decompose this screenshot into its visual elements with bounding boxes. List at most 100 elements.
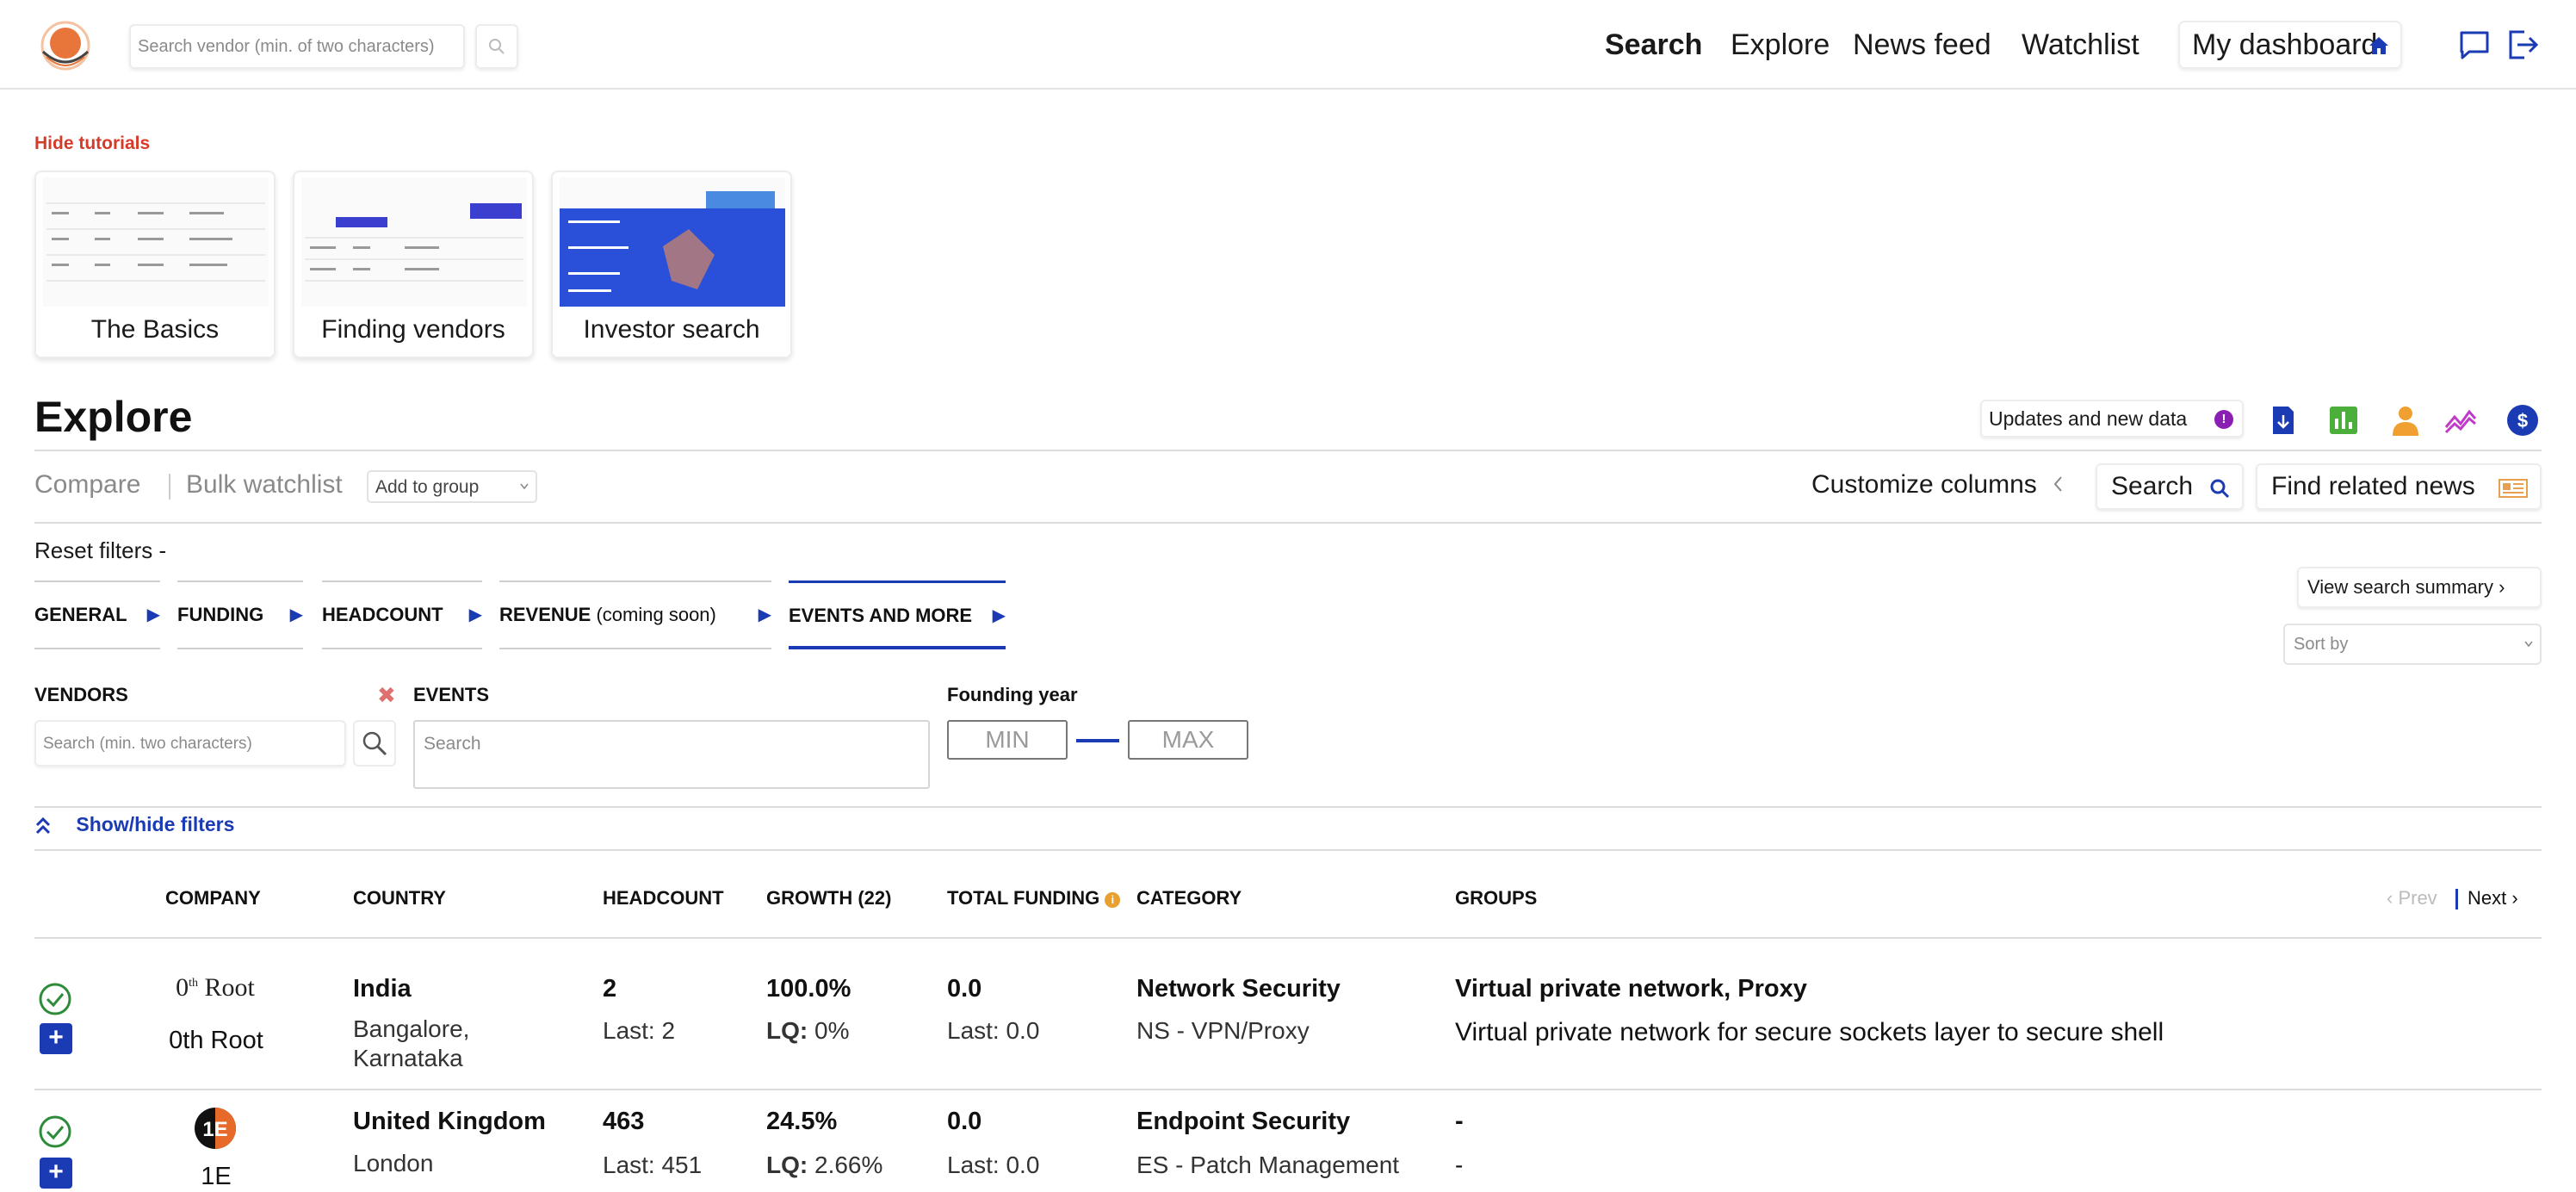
company-name[interactable]: 1E <box>117 1163 315 1191</box>
home-icon <box>2369 37 2388 54</box>
lq-value: 0% <box>814 1017 850 1044</box>
nav-watchlist[interactable]: Watchlist <box>2022 24 2139 65</box>
nav-news-feed[interactable]: News feed <box>1853 24 1991 65</box>
svg-text:$: $ <box>2517 410 2528 431</box>
sort-by-select[interactable]: Sort by <box>2283 624 2542 665</box>
vendors-filter-search-button[interactable] <box>353 720 396 767</box>
add-to-watchlist-button[interactable]: + <box>40 1023 72 1054</box>
tab-label: HEADCOUNT <box>322 604 443 625</box>
updates-and-new-data-button[interactable]: Updates and new data ! <box>1980 400 2244 438</box>
dashboard-label: My dashboard <box>2192 28 2378 61</box>
lq: LQ: 2.66% <box>766 1151 882 1180</box>
column-header-headcount[interactable]: HEADCOUNT <box>603 887 724 910</box>
total-funding: 0.0 <box>947 1108 982 1135</box>
hide-tutorials-link[interactable]: Hide tutorials <box>34 133 150 154</box>
groups-description: Virtual private network for secure socke… <box>1455 1018 2164 1046</box>
groups-description: - <box>1455 1152 1464 1178</box>
info-icon[interactable]: i <box>1105 892 1121 908</box>
divider <box>34 937 2542 939</box>
column-header-groups[interactable]: GROUPS <box>1455 887 1537 910</box>
tab-label: FUNDING <box>177 604 264 625</box>
row-divider <box>34 1089 2542 1090</box>
check-circle-icon[interactable] <box>38 982 72 1016</box>
customize-columns-label: Customize columns <box>1811 470 2037 499</box>
person-icon[interactable] <box>2388 403 2423 438</box>
founding-year-max-input[interactable]: MAX <box>1128 720 1248 760</box>
groups: - <box>1455 1108 1464 1135</box>
chat-icon[interactable] <box>2455 26 2493 64</box>
add-to-watchlist-button[interactable]: + <box>40 1158 72 1189</box>
show-hide-filters-toggle[interactable]: Show/hide filters <box>34 813 234 836</box>
tab-events-and-more[interactable]: EVENTS AND MORE ▶ <box>789 580 1006 649</box>
tutorial-card-finding-vendors[interactable]: Finding vendors <box>293 171 534 358</box>
vendors-filter-input[interactable]: Search (min. two characters) <box>34 720 346 767</box>
category[interactable]: Network Security <box>1136 975 1341 1003</box>
close-icon[interactable]: ✖ <box>377 682 396 709</box>
events-filter-input[interactable]: Search <box>413 720 930 789</box>
add-to-group-select[interactable]: Add to group <box>367 470 537 503</box>
column-header-category[interactable]: CATEGORY <box>1136 887 1242 910</box>
tab-headcount[interactable]: HEADCOUNT ▶ <box>322 580 482 649</box>
view-search-summary-button[interactable]: View search summary › <box>2297 567 2542 608</box>
caret-right-icon: ▶ <box>758 605 771 624</box>
logout-icon[interactable] <box>2504 26 2542 64</box>
tab-general[interactable]: GENERAL ▶ <box>34 580 160 649</box>
headcount-last: Last: 2 <box>603 1017 676 1044</box>
alert-icon: ! <box>2214 410 2233 429</box>
column-header-total-funding[interactable]: TOTAL FUNDING i <box>947 887 1121 910</box>
city: Bangalore, <box>353 1015 470 1042</box>
tutorial-card-basics[interactable]: The Basics <box>34 171 276 358</box>
tutorial-label: The Basics <box>90 315 220 344</box>
next-page-button[interactable]: Next › <box>2468 887 2518 910</box>
tab-suffix: (coming soon) <box>591 604 716 625</box>
vendor-search-button[interactable] <box>475 24 518 69</box>
tutorial-thumbnail <box>560 177 785 307</box>
vendor-search-input[interactable]: Search vendor (min. of two characters) <box>129 24 465 69</box>
check-circle-icon[interactable] <box>38 1114 72 1149</box>
headcount-last: Last: 451 <box>603 1152 703 1178</box>
nav-search[interactable]: Search <box>1605 24 1702 65</box>
company-name[interactable]: 0th Root <box>117 1027 315 1055</box>
logo[interactable] <box>34 19 96 72</box>
total-funding: 0.0 <box>947 975 982 1003</box>
subcategory: ES - Patch Management <box>1136 1152 1400 1178</box>
subcategory: NS - VPN/Proxy <box>1136 1017 1310 1044</box>
download-icon[interactable] <box>2266 403 2300 438</box>
search-button-label: Search <box>2111 472 2194 500</box>
tab-label: EVENTS AND MORE <box>789 605 973 626</box>
search-button[interactable]: Search <box>2096 463 2244 510</box>
bar-chart-icon[interactable] <box>2326 403 2361 438</box>
tab-label: REVENUE <box>499 604 591 625</box>
double-chevron-up-icon <box>35 816 51 834</box>
divider <box>34 806 2542 808</box>
column-header-growth[interactable]: GROWTH (22) <box>766 887 891 910</box>
divider <box>34 450 2542 451</box>
find-related-news-label: Find related news <box>2271 472 2475 500</box>
column-header-company[interactable]: COMPANY <box>165 887 261 910</box>
tab-revenue[interactable]: REVENUE (coming soon) ▶ <box>499 580 771 649</box>
headcount: 463 <box>603 1108 645 1135</box>
founding-year-min-input[interactable]: MIN <box>947 720 1068 760</box>
customize-columns-button[interactable]: Customize columns <box>1811 470 2063 500</box>
headcount: 2 <box>603 975 617 1003</box>
find-related-news-button[interactable]: Find related news <box>2256 463 2542 510</box>
show-hide-filters-label: Show/hide filters <box>76 813 235 835</box>
category[interactable]: Endpoint Security <box>1136 1108 1350 1136</box>
compare-button[interactable]: Compare <box>34 470 140 500</box>
pager-divider <box>2455 889 2458 910</box>
events-filter-label: EVENTS <box>413 684 490 705</box>
bulk-watchlist-button[interactable]: Bulk watchlist <box>186 470 343 500</box>
dollar-icon[interactable]: $ <box>2505 403 2540 438</box>
nav-explore[interactable]: Explore <box>1731 24 1830 65</box>
reset-filters-button[interactable]: Reset filters - <box>34 537 166 564</box>
prev-page-button[interactable]: ‹ Prev <box>2387 887 2437 910</box>
column-header-country[interactable]: COUNTRY <box>353 887 446 910</box>
tutorial-card-investor-search[interactable]: Investor search <box>551 171 792 358</box>
tutorial-label: Investor search <box>583 315 760 344</box>
caret-right-icon: ▶ <box>992 606 1006 625</box>
tutorial-thumbnail <box>301 177 527 307</box>
trend-icon[interactable] <box>2443 403 2478 438</box>
lq-value: 2.66% <box>814 1152 883 1178</box>
nav-my-dashboard[interactable]: My dashboard <box>2178 21 2402 69</box>
tab-funding[interactable]: FUNDING ▶ <box>177 580 303 649</box>
